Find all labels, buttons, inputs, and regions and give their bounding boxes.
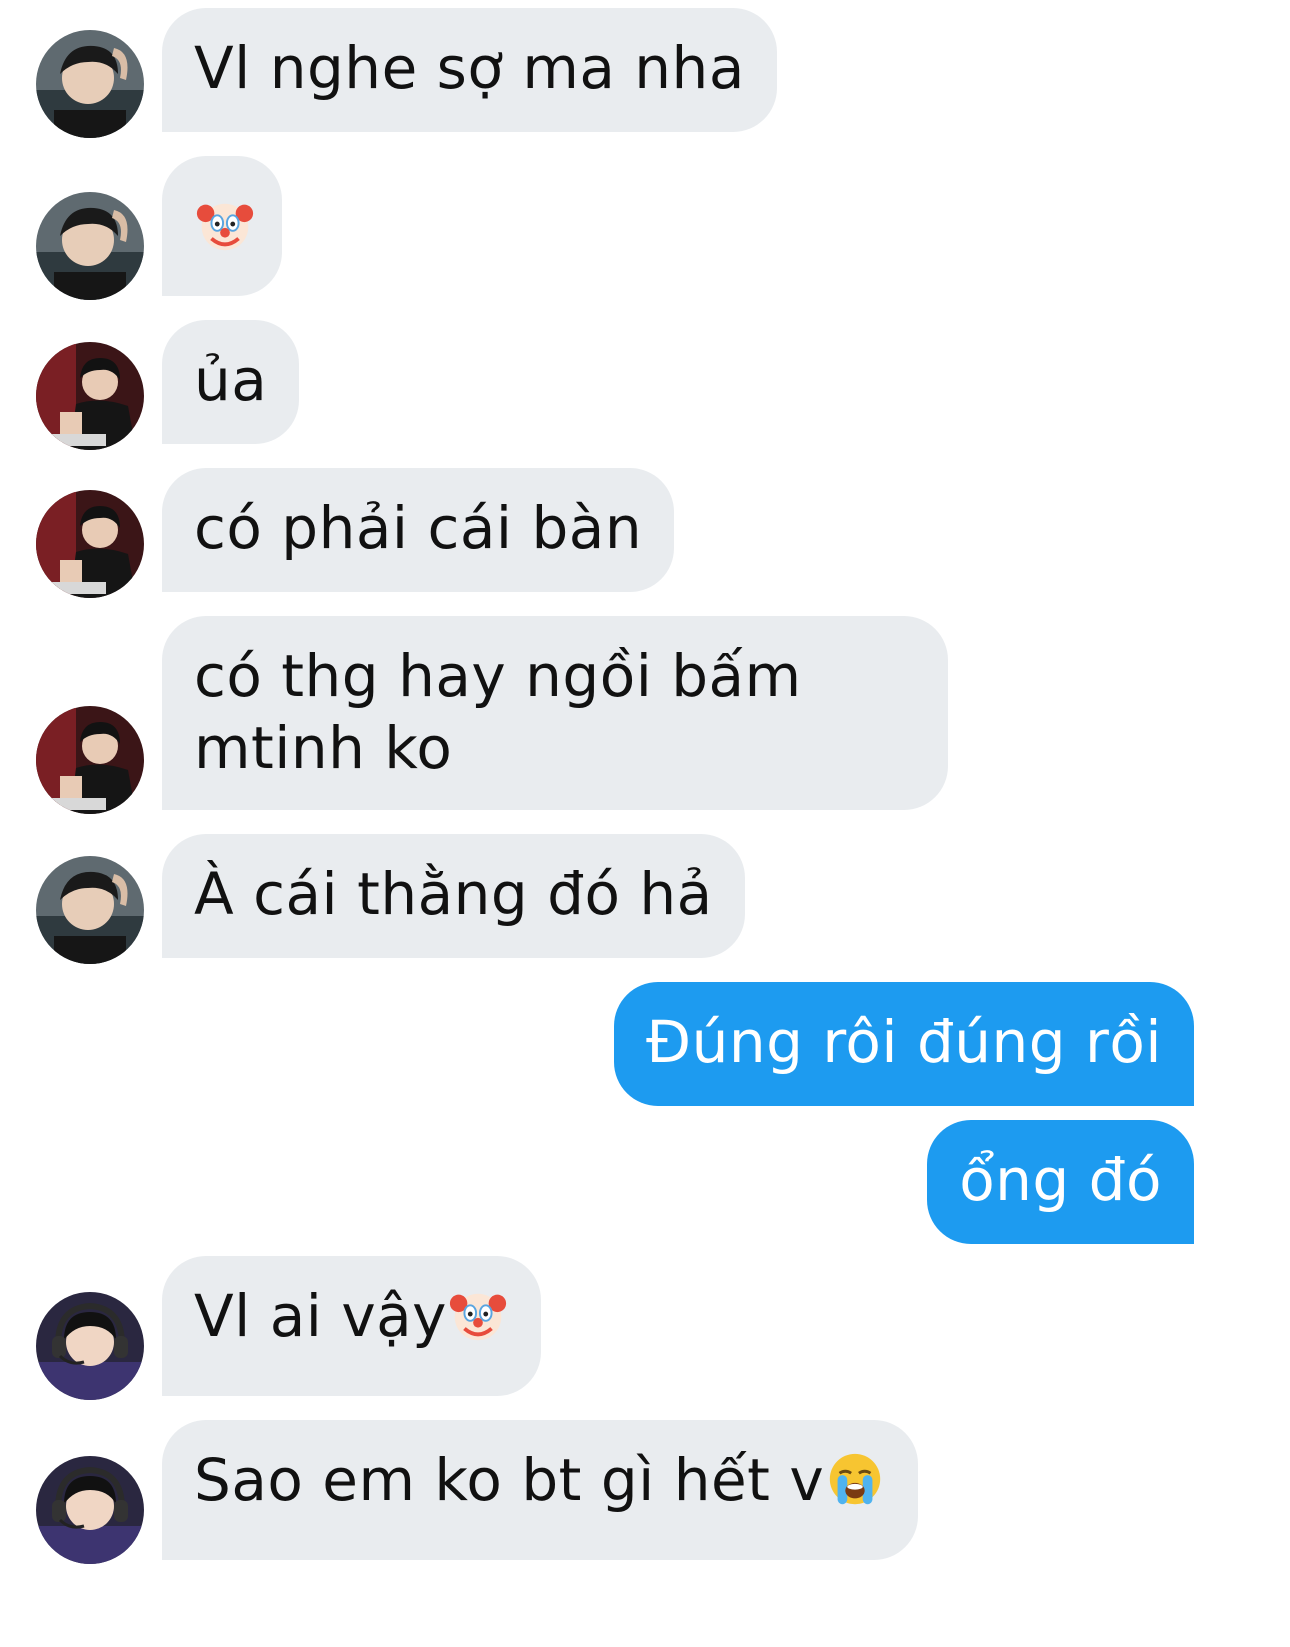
clown-face-icon: [194, 194, 256, 256]
message-text: ổng đó: [959, 1146, 1162, 1214]
message-text: Vl ai vậy: [194, 1282, 448, 1350]
message-bubble[interactable]: Sao em ko bt gì hết v: [162, 1420, 919, 1560]
message-text: ủa: [194, 346, 268, 414]
avatar[interactable]: [36, 706, 144, 814]
message-bubble[interactable]: có thg hay ngồi bấm mtinh ko: [162, 616, 948, 810]
avatar[interactable]: [36, 342, 144, 450]
message-bubble[interactable]: [162, 156, 282, 296]
avatar[interactable]: [36, 856, 144, 964]
message-text: Vl nghe sợ ma nha: [194, 34, 745, 102]
message-thread: Vl nghe sợ ma nha ủa có phải cái bàn có …: [0, 0, 1290, 1647]
avatar-photo: [36, 856, 144, 964]
message-text: Đúng rôi đúng rồi: [646, 1008, 1162, 1076]
avatar[interactable]: [36, 1292, 144, 1400]
avatar-photo: [36, 342, 144, 450]
message-bubble[interactable]: Vl ai vậy: [162, 1256, 542, 1396]
message-bubble[interactable]: có phải cái bàn: [162, 468, 675, 592]
avatar-photo: [36, 192, 144, 300]
avatar[interactable]: [36, 1456, 144, 1564]
avatar[interactable]: [36, 30, 144, 138]
avatar[interactable]: [36, 490, 144, 598]
message-bubble[interactable]: Vl nghe sợ ma nha: [162, 8, 777, 132]
message-text: Sao em ko bt gì hết v: [194, 1446, 825, 1514]
message-text: có phải cái bàn: [194, 494, 643, 562]
avatar[interactable]: [36, 192, 144, 300]
message-bubble[interactable]: À cái thằng đó hả: [162, 834, 745, 958]
message-text: À cái thằng đó hả: [194, 860, 713, 928]
avatar-photo: [36, 706, 144, 814]
avatar-photo: [36, 490, 144, 598]
avatar-photo: [36, 1456, 144, 1564]
message-bubble-outgoing[interactable]: Đúng rôi đúng rồi: [614, 982, 1194, 1106]
clown-face-icon: [447, 1284, 509, 1346]
avatar-photo: [36, 1292, 144, 1400]
message-bubble-outgoing[interactable]: ổng đó: [927, 1120, 1194, 1244]
avatar-photo: [36, 30, 144, 138]
message-bubble[interactable]: ủa: [162, 320, 300, 444]
loudly-crying-face-icon: [824, 1448, 886, 1510]
message-text: có thg hay ngồi bấm mtinh ko: [194, 642, 802, 782]
